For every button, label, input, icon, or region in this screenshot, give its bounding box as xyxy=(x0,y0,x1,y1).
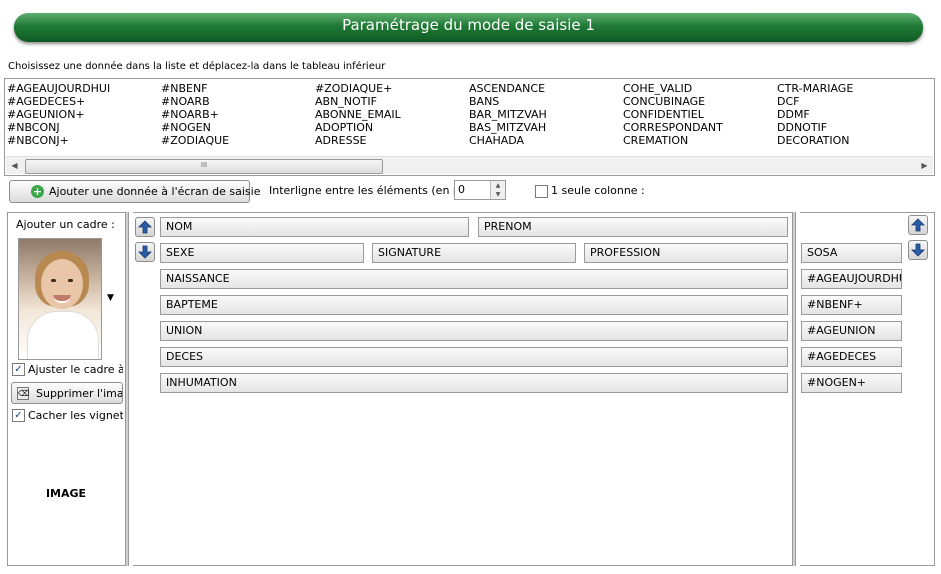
list-item[interactable]: DDNOTIF xyxy=(777,121,853,134)
list-item[interactable]: BANS xyxy=(469,95,547,108)
scroll-right-icon[interactable]: ▶ xyxy=(916,157,933,174)
form-field-deces[interactable]: DECES xyxy=(160,347,788,367)
available-fields-list[interactable]: #AGEAUJOURDHUI #AGEDECES+ #AGEUNION+ #NB… xyxy=(4,78,935,176)
list-item[interactable]: #NOARB+ xyxy=(161,108,229,121)
form-field-inhumation[interactable]: INHUMATION xyxy=(160,373,788,393)
spin-down-icon[interactable]: ▼ xyxy=(490,190,505,199)
instruction-text: Choisissez une donnée dans la liste et d… xyxy=(8,61,386,72)
form-field-naissance[interactable]: NAISSANCE xyxy=(160,269,788,289)
list-item[interactable]: CONCUBINAGE xyxy=(623,95,723,108)
list-item[interactable]: DCF xyxy=(777,95,853,108)
right-move-down-button[interactable] xyxy=(908,240,928,260)
list-item[interactable]: ADOPTION xyxy=(315,121,401,134)
spacing-value[interactable]: 0 xyxy=(458,183,465,196)
list-item[interactable]: ASCENDANCE xyxy=(469,82,547,95)
list-item[interactable]: #AGEUNION+ xyxy=(7,108,110,121)
arrow-down-icon xyxy=(138,245,152,259)
single-column-label: 1 seule colonne : xyxy=(551,184,645,197)
form-field-union[interactable]: UNION xyxy=(160,321,788,341)
list-item[interactable]: #ZODIAQUE xyxy=(161,134,229,147)
list-item[interactable]: COHE_VALID xyxy=(623,82,723,95)
panel-divider-right[interactable] xyxy=(792,212,796,566)
delete-image-label: Supprimer l'image xyxy=(36,387,123,400)
plus-icon: + xyxy=(31,185,44,198)
list-column-6: CTR-MARIAGE DCF DDMF DDNOTIF DECORATION xyxy=(777,82,853,147)
photo-shirt xyxy=(27,311,99,359)
spacing-spinner[interactable]: 0 ▲ ▼ xyxy=(454,180,506,200)
image-caption: IMAGE xyxy=(45,487,87,500)
list-item[interactable]: #AGEAUJOURDHUI xyxy=(7,82,110,95)
form-field-signature[interactable]: SIGNATURE xyxy=(372,243,576,263)
list-item[interactable]: ABONNE_EMAIL xyxy=(315,108,401,121)
dialog-title-banner: Paramétrage du mode de saisie 1 xyxy=(14,13,923,42)
list-item[interactable]: #ZODIAQUE+ xyxy=(315,82,401,95)
list-column-2: #NBENF #NOARB #NOARB+ #NOGEN #ZODIAQUE xyxy=(161,82,229,147)
hide-thumbnails-label: Cacher les vignettes xyxy=(28,409,123,422)
arrow-up-icon xyxy=(138,220,152,234)
list-item[interactable]: ABN_NOTIF xyxy=(315,95,401,108)
list-column-5: COHE_VALID CONCUBINAGE CONFIDENTIEL CORR… xyxy=(623,82,723,147)
list-item[interactable]: BAS_MITZVAH xyxy=(469,121,547,134)
unused-field-ageaujourdhui[interactable]: #AGEAUJOURDHUI xyxy=(801,269,902,289)
list-item[interactable]: BAR_MITZVAH xyxy=(469,108,547,121)
form-field-prenom[interactable]: PRENOM xyxy=(478,217,788,237)
list-column-1: #AGEAUJOURDHUI #AGEDECES+ #AGEUNION+ #NB… xyxy=(7,82,110,147)
list-item[interactable]: #NBCONJ xyxy=(7,121,110,134)
panel-divider-left[interactable] xyxy=(125,212,129,566)
list-item[interactable]: DECORATION xyxy=(777,134,853,147)
move-up-button[interactable] xyxy=(135,217,155,237)
list-item[interactable]: CREMATION xyxy=(623,134,723,147)
list-item[interactable]: CORRESPONDANT xyxy=(623,121,723,134)
form-field-nom[interactable]: NOM xyxy=(160,217,469,237)
dialog-title: Paramétrage du mode de saisie 1 xyxy=(342,16,595,34)
list-item[interactable]: CHAHADA xyxy=(469,134,547,147)
unused-field-sosa[interactable]: SOSA xyxy=(801,243,902,263)
list-item[interactable]: #NOARB xyxy=(161,95,229,108)
spin-up-icon[interactable]: ▲ xyxy=(490,181,505,190)
scroll-left-icon[interactable]: ◀ xyxy=(6,157,23,174)
arrow-down-icon xyxy=(911,243,925,257)
trash-icon: ⌫ xyxy=(17,387,30,400)
list-item[interactable]: #NOGEN xyxy=(161,121,229,134)
frame-image[interactable] xyxy=(18,238,102,360)
list-item[interactable]: #AGEDECES+ xyxy=(7,95,110,108)
unused-field-nogen[interactable]: #NOGEN+ xyxy=(801,373,902,393)
photo-eye-left xyxy=(51,279,56,282)
add-field-button[interactable]: + Ajouter une donnée à l'écran de saisie xyxy=(9,180,260,203)
form-field-sexe[interactable]: SEXE xyxy=(160,243,364,263)
move-down-button[interactable] xyxy=(135,242,155,262)
horizontal-scrollbar[interactable]: ◀ III ▶ xyxy=(6,156,933,174)
unused-field-agedeces[interactable]: #AGEDECES xyxy=(801,347,902,367)
list-column-4: ASCENDANCE BANS BAR_MITZVAH BAS_MITZVAH … xyxy=(469,82,547,147)
right-move-up-button[interactable] xyxy=(908,215,928,235)
delete-image-button[interactable]: ⌫ Supprimer l'image xyxy=(11,382,123,404)
list-item[interactable]: #NBCONJ+ xyxy=(7,134,110,147)
add-field-button-label: Ajouter une donnée à l'écran de saisie xyxy=(49,185,261,198)
unused-field-ageunion[interactable]: #AGEUNION xyxy=(801,321,902,341)
single-column-checkbox[interactable] xyxy=(535,185,548,198)
frame-dropdown-icon[interactable]: ▼ xyxy=(107,293,114,303)
adjust-frame-checkbox[interactable]: ✓ xyxy=(12,363,25,376)
adjust-frame-label: Ajuster le cadre à la xyxy=(28,363,123,376)
list-item[interactable]: CTR-MARIAGE xyxy=(777,82,853,95)
photo-eye-right xyxy=(68,279,73,282)
arrow-up-icon xyxy=(911,218,925,232)
list-item[interactable]: ADRESSE xyxy=(315,134,401,147)
form-field-bapteme[interactable]: BAPTEME xyxy=(160,295,788,315)
unused-field-nbenf[interactable]: #NBENF+ xyxy=(801,295,902,315)
list-item[interactable]: CONFIDENTIEL xyxy=(623,108,723,121)
list-item[interactable]: #NBENF xyxy=(161,82,229,95)
frame-label: Ajouter un cadre : xyxy=(16,218,115,231)
list-item[interactable]: DDMF xyxy=(777,108,853,121)
form-field-profession[interactable]: PROFESSION xyxy=(584,243,788,263)
list-column-3: #ZODIAQUE+ ABN_NOTIF ABONNE_EMAIL ADOPTI… xyxy=(315,82,401,147)
scroll-thumb[interactable]: III xyxy=(25,159,383,174)
hide-thumbnails-checkbox[interactable]: ✓ xyxy=(12,409,25,422)
